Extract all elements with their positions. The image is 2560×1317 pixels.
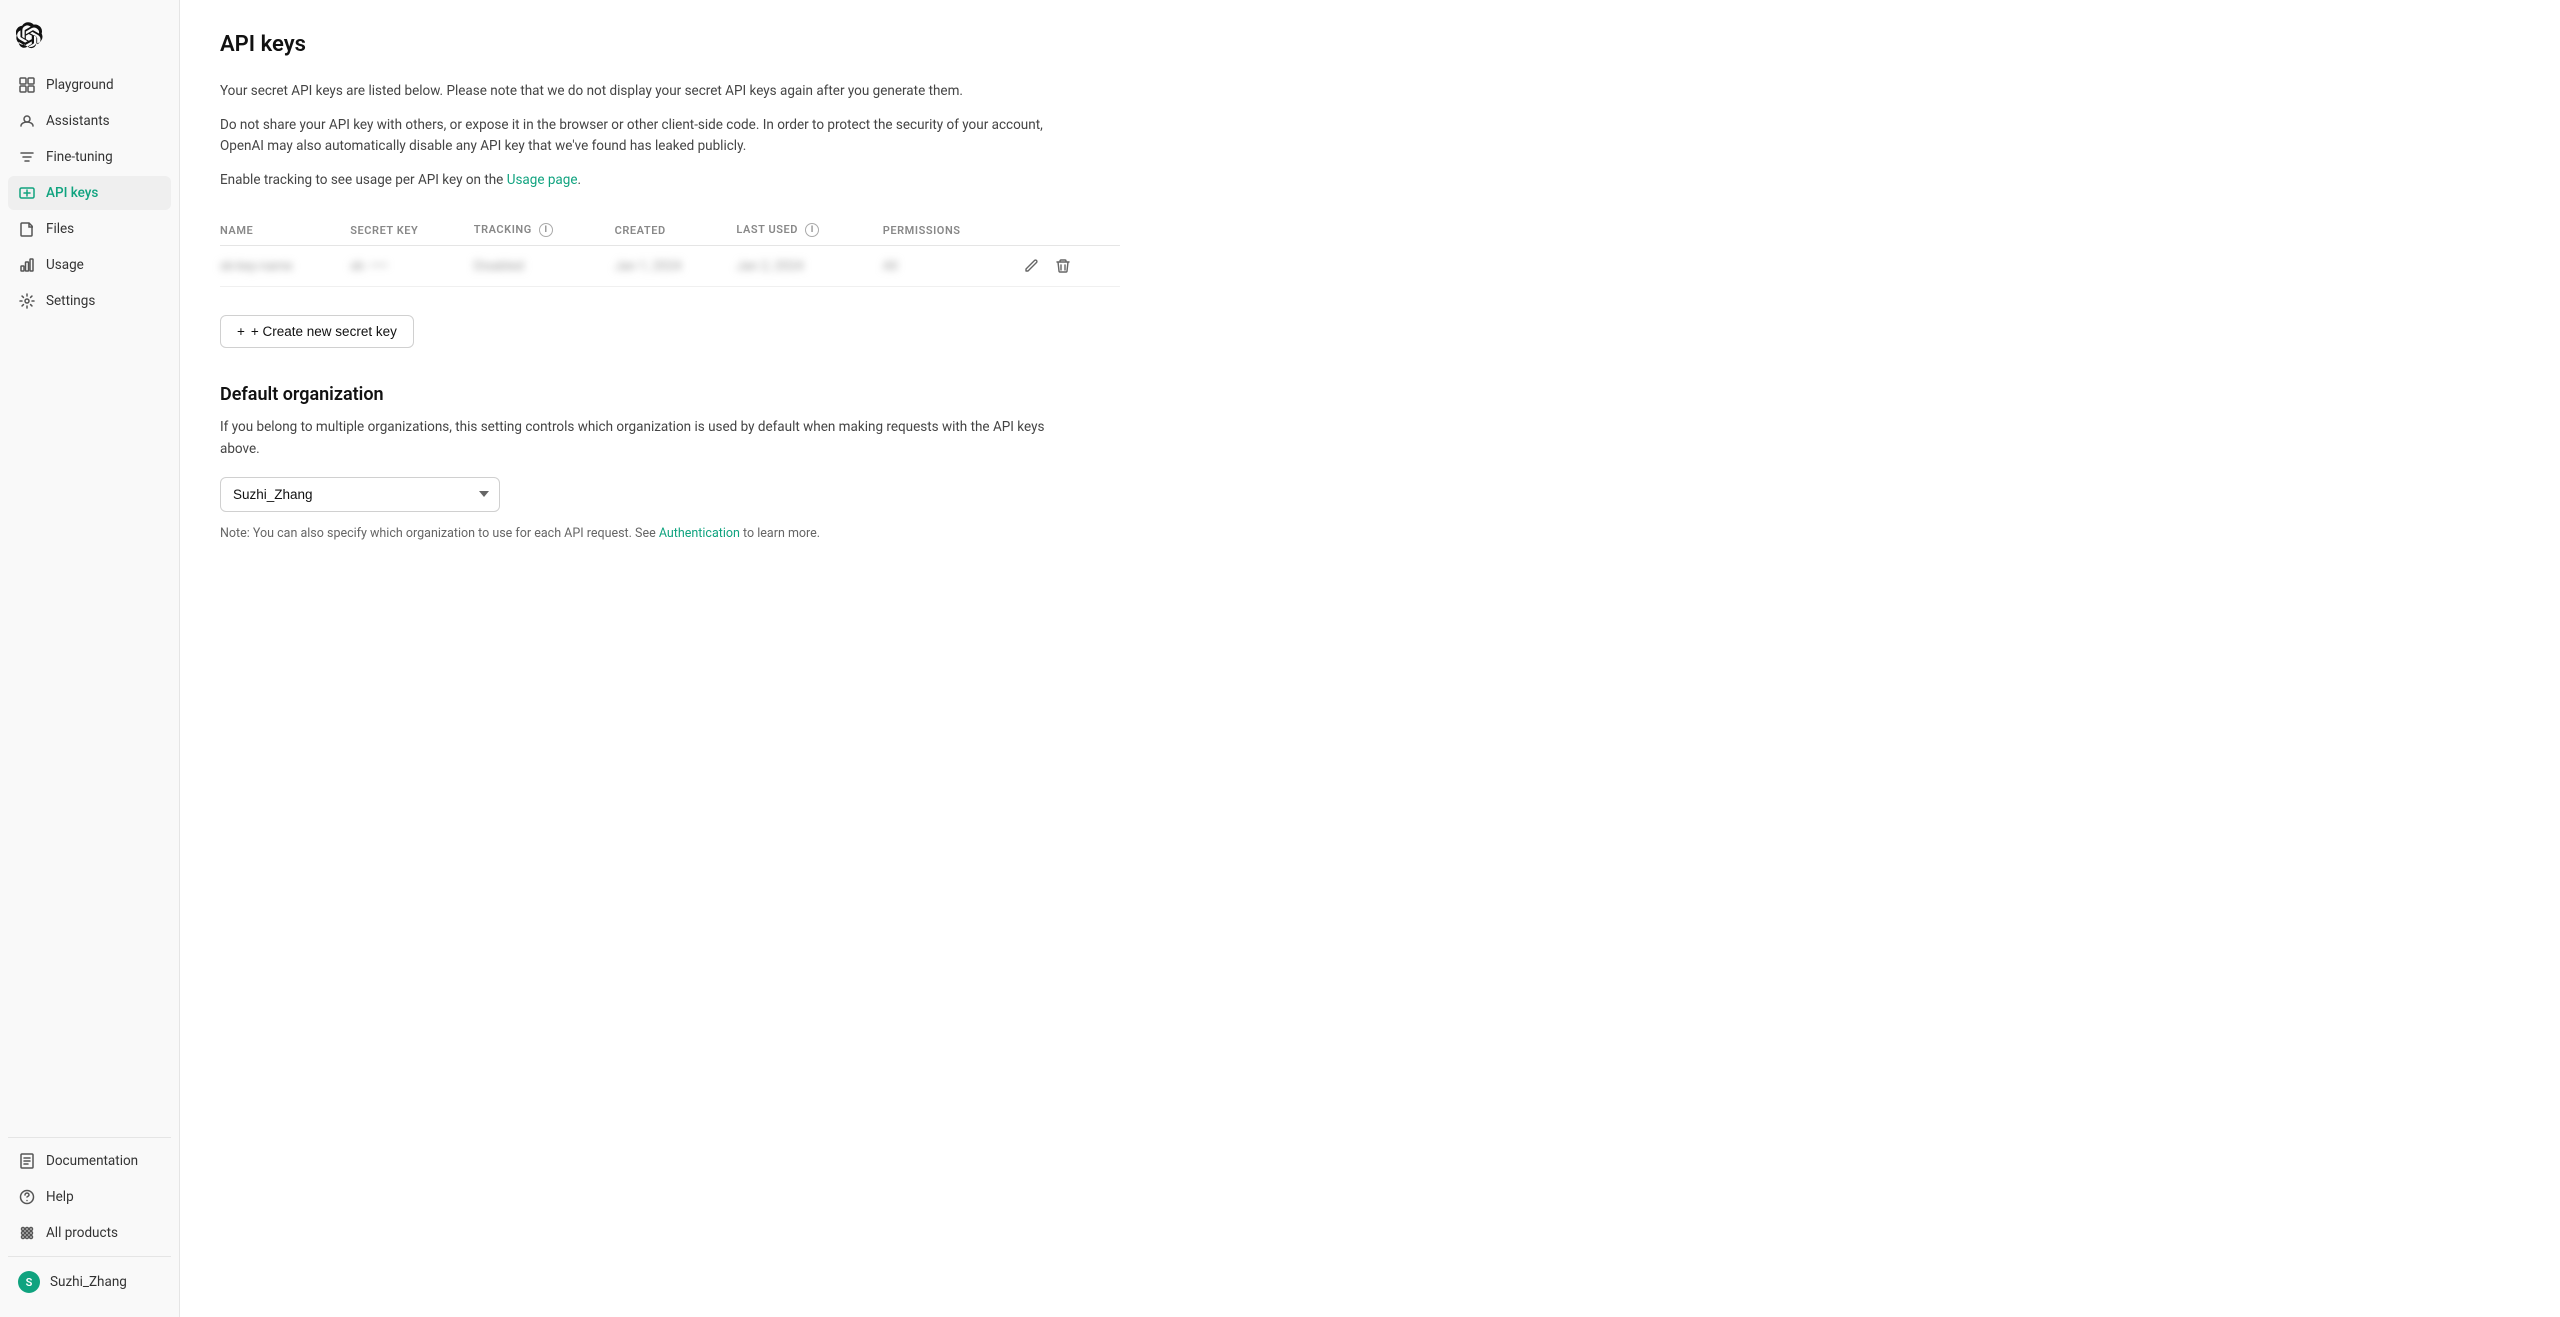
files-icon [18,220,36,238]
note-prefix: Note: You can also specify which organiz… [220,526,659,541]
authentication-link[interactable]: Authentication [659,526,740,541]
usage-page-link[interactable]: Usage page [507,172,578,188]
create-btn-label: + Create new secret key [251,324,397,339]
sidebar-nav: Playground Assistants Fine-tuning [0,68,179,1125]
org-select[interactable]: Suzhi_Zhang [220,477,500,512]
col-header-last-used: LAST USED i [736,215,882,246]
sidebar-item-playground[interactable]: Playground [8,68,171,102]
all-products-icon [18,1224,36,1242]
col-header-name: NAME [220,215,350,246]
api-keys-table-container: NAME SECRET KEY TRACKING i CREATED LAST … [220,215,2520,287]
last-used-info-icon: i [805,223,819,237]
sidebar-item-api-keys-label: API keys [46,185,98,201]
tracking-info-icon: i [539,223,553,237]
sidebar-item-settings[interactable]: Settings [8,284,171,318]
description-2: Do not share your API key with others, o… [220,115,1080,158]
sidebar-item-all-products-label: All products [46,1225,118,1241]
row-tracking: Disabled [474,246,615,287]
tracking-description: Enable tracking to see usage per API key… [220,170,1080,192]
divider [8,1137,171,1138]
assistants-icon [18,112,36,130]
sidebar-item-assistants[interactable]: Assistants [8,104,171,138]
delete-key-button[interactable] [1053,256,1073,276]
col-header-actions [1021,215,1120,246]
logo [0,12,179,68]
avatar: S [18,1271,40,1293]
sidebar-item-help[interactable]: Help [8,1180,171,1214]
username: Suzhi_Zhang [50,1274,127,1290]
sidebar-item-help-label: Help [46,1189,74,1205]
help-icon [18,1188,36,1206]
main-content: API keys Your secret API keys are listed… [180,0,2560,1317]
sidebar-item-usage[interactable]: Usage [8,248,171,282]
sidebar-item-files-label: Files [46,221,74,237]
row-secret-key: sk- •••• [350,246,474,287]
create-secret-key-button[interactable]: + + Create new secret key [220,315,414,348]
org-select-container: Suzhi_Zhang [220,477,500,512]
sidebar-item-playground-label: Playground [46,77,114,93]
sidebar-item-fine-tuning[interactable]: Fine-tuning [8,140,171,174]
edit-key-button[interactable] [1021,256,1041,276]
openai-logo-icon [16,22,44,50]
api-keys-table: NAME SECRET KEY TRACKING i CREATED LAST … [220,215,1120,287]
sidebar-user[interactable]: S Suzhi_Zhang [8,1263,171,1301]
sidebar-item-usage-label: Usage [46,257,84,273]
row-name: sk-key-name [220,246,350,287]
default-org-description: If you belong to multiple organizations,… [220,417,1080,460]
sidebar-item-api-keys[interactable]: API keys [8,176,171,210]
row-last-used: Jan 2, 2024 [736,246,882,287]
api-keys-icon [18,184,36,202]
trash-icon [1055,258,1071,274]
row-created: Jan 1, 2024 [615,246,737,287]
sidebar-item-documentation-label: Documentation [46,1153,138,1169]
sidebar-item-documentation[interactable]: Documentation [8,1144,171,1178]
col-header-permissions: PERMISSIONS [883,215,1021,246]
row-last-used-value: Jan 2, 2024 [736,259,803,274]
settings-icon [18,292,36,310]
edit-icon [1023,258,1039,274]
row-tracking-value: Disabled [474,259,524,274]
col-header-tracking: TRACKING i [474,215,615,246]
sidebar-bottom: Documentation Help [0,1125,179,1305]
sidebar-item-fine-tuning-label: Fine-tuning [46,149,113,165]
sidebar-item-all-products[interactable]: All products [8,1216,171,1250]
table-row: sk-key-name sk- •••• Disabled Jan 1, 202… [220,246,1120,287]
col-header-created: CREATED [615,215,737,246]
sidebar-item-files[interactable]: Files [8,212,171,246]
row-actions [1021,246,1120,287]
sidebar-item-settings-label: Settings [46,293,95,309]
row-name-value: sk-key-name [220,259,292,274]
tracking-suffix: . [578,172,582,188]
col-header-secret-key: SECRET KEY [350,215,474,246]
note: Note: You can also specify which organiz… [220,526,920,541]
page-title: API keys [220,32,2520,57]
docs-icon [18,1152,36,1170]
fine-tuning-icon [18,148,36,166]
create-btn-icon: + [237,324,245,339]
description-1: Your secret API keys are listed below. P… [220,81,1080,103]
note-suffix: to learn more. [740,526,820,541]
row-permissions-value: All [883,259,898,274]
row-action-buttons [1021,256,1108,276]
sidebar-item-assistants-label: Assistants [46,113,110,129]
sidebar: Playground Assistants Fine-tuning [0,0,180,1317]
row-created-value: Jan 1, 2024 [615,259,682,274]
row-permissions: All [883,246,1021,287]
tracking-text: Enable tracking to see usage per API key… [220,172,507,188]
divider-2 [8,1256,171,1257]
usage-icon [18,256,36,274]
default-org-section-title: Default organization [220,384,2520,405]
row-secret-key-value: sk- •••• [350,259,388,274]
playground-icon [18,76,36,94]
